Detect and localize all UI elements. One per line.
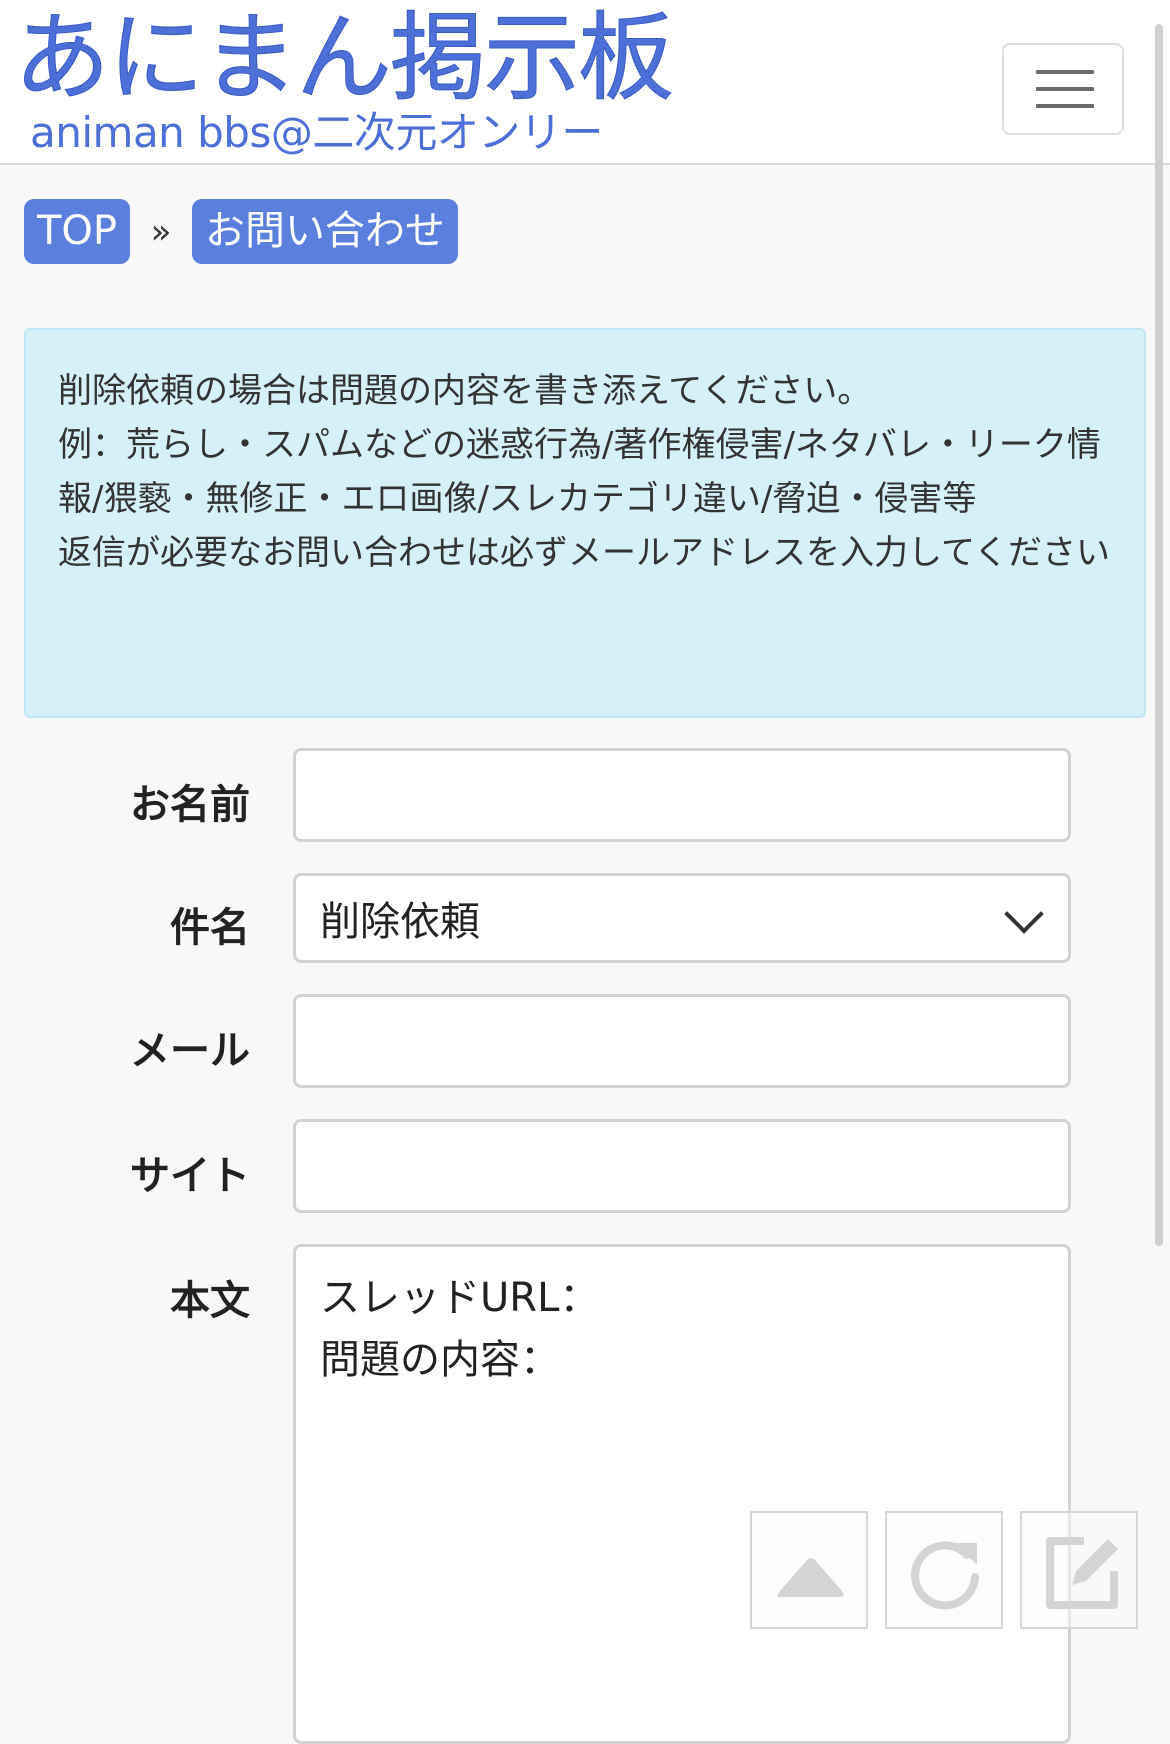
hamburger-menu-icon — [1036, 104, 1094, 108]
hamburger-menu-icon — [1036, 70, 1094, 74]
site-input[interactable] — [293, 1119, 1071, 1213]
reload-button[interactable] — [885, 1511, 1003, 1629]
breadcrumb-separator: » — [150, 211, 172, 252]
name-label: お名前 — [130, 782, 250, 828]
name-input[interactable] — [293, 748, 1071, 842]
notice-line-email: 返信が必要なお問い合わせは必ずメールアドレスを入力してください — [58, 533, 1110, 573]
compose-button[interactable] — [1020, 1511, 1138, 1629]
compose-icon — [1046, 1537, 1118, 1609]
form-row-email: メール — [0, 994, 1170, 1088]
scroll-to-top-icon — [777, 1558, 844, 1597]
logo-subtitle: animan bbs@二次元オンリー — [30, 108, 603, 157]
breadcrumb: TOP » お問い合わせ — [24, 199, 459, 264]
form-row-site: サイト — [0, 1119, 1170, 1213]
subject-label: 件名 — [170, 905, 250, 951]
breadcrumb-contact-link[interactable]: お問い合わせ — [192, 199, 459, 264]
subject-select[interactable]: 削除依頼 — [293, 873, 1071, 963]
breadcrumb-top-link[interactable]: TOP — [24, 199, 131, 264]
form-row-body: 本文 スレッドURL： 問題の内容： — [0, 1244, 1170, 1744]
notice-alert: 削除依頼の場合は問題の内容を書き添えてください。 例：荒らし・スパムなどの迷惑行… — [24, 328, 1146, 718]
form-row-subject: 件名 削除依頼 — [0, 873, 1170, 963]
email-input[interactable] — [293, 994, 1071, 1088]
hamburger-menu-button[interactable] — [1002, 43, 1124, 135]
email-label: メール — [130, 1028, 250, 1074]
subject-selected-value: 削除依頼 — [320, 899, 480, 945]
notice-line-deletion: 削除依頼の場合は問題の内容を書き添えてください。 — [58, 371, 872, 411]
notice-line-examples: 例：荒らし・スパムなどの迷惑行為/著作権侵害/ネタバレ・リーク情報/猥褻・無修正… — [58, 425, 1101, 519]
site-header: あにまん掲示板 animan bbs@二次元オンリー — [0, 0, 1170, 165]
body-textarea[interactable]: スレッドURL： 問題の内容： — [293, 1244, 1071, 1744]
reload-icon — [911, 1541, 979, 1610]
body-label: 本文 — [170, 1278, 250, 1324]
page-scrollbar[interactable] — [1155, 24, 1163, 1246]
scroll-to-top-button[interactable] — [750, 1511, 868, 1629]
chevron-down-icon — [1004, 894, 1044, 934]
logo-title: あにまん掲示板 — [14, 2, 675, 114]
site-label: サイト — [130, 1153, 250, 1199]
site-logo[interactable]: あにまん掲示板 animan bbs@二次元オンリー — [14, 5, 675, 157]
hamburger-menu-icon — [1036, 87, 1094, 91]
form-row-name: お名前 — [0, 748, 1170, 842]
